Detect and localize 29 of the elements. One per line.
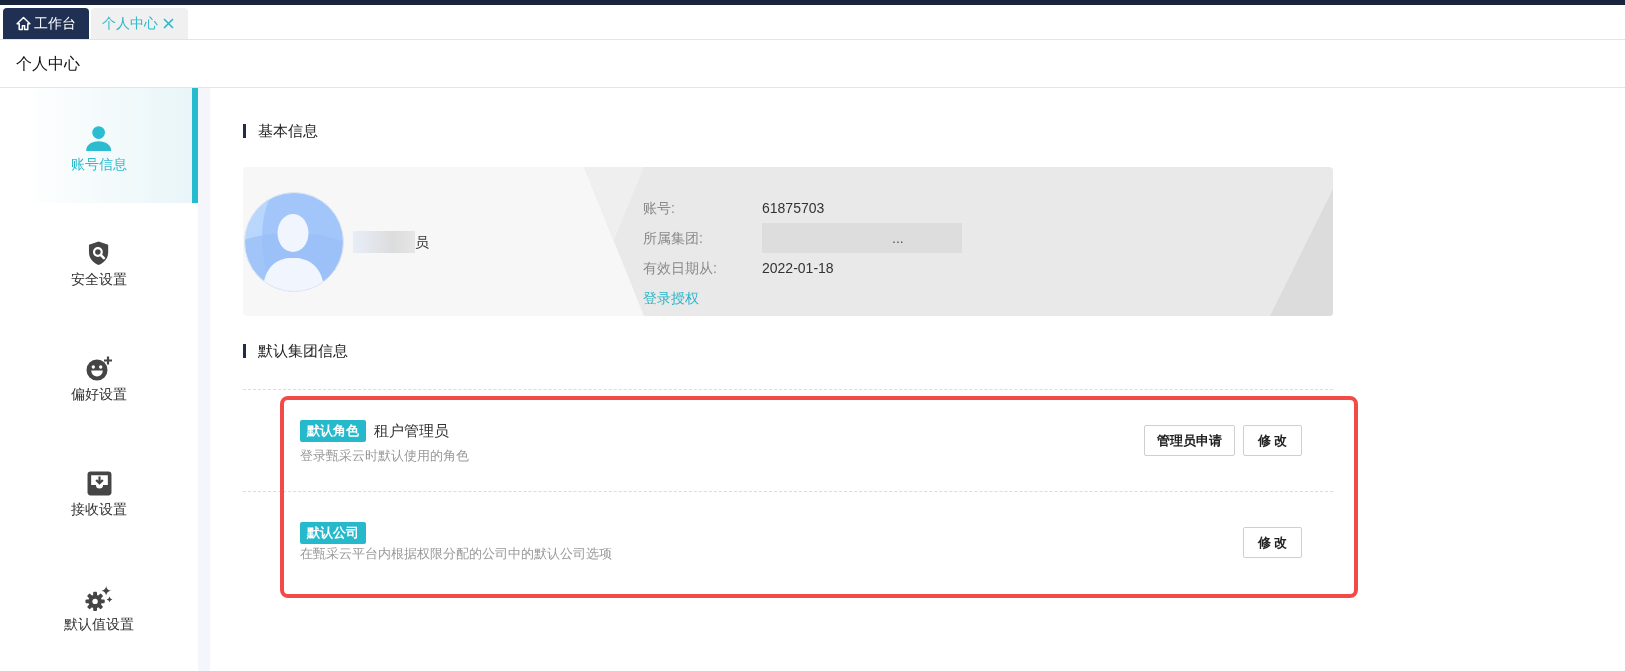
page-title: 个人中心 [16, 53, 80, 74]
field-value: 2022-01-18 [762, 258, 834, 278]
shield-magnifier-icon [88, 241, 110, 266]
user-name: 员 [353, 230, 429, 253]
home-icon [16, 16, 31, 31]
section-title: 基本信息 [243, 120, 318, 142]
action-button[interactable]: 修 改 [1243, 425, 1302, 456]
close-icon[interactable] [163, 18, 174, 29]
sidebar-item[interactable]: 安全设置 [0, 203, 198, 318]
action-button[interactable]: 修 改 [1243, 527, 1302, 558]
tab[interactable]: 工作台 [3, 8, 89, 39]
field-label: 账号: [643, 198, 675, 218]
description-text: 在甄采云平台内根据权限分配的公司中的默认公司选项 [300, 545, 612, 563]
tag: 默认公司 [300, 522, 366, 544]
field-value: 61875703 [762, 198, 825, 218]
field-label: 有效日期从: [643, 258, 717, 278]
tag: 默认角色 [300, 420, 366, 442]
entry-value: 租户管理员 [374, 421, 449, 441]
sidebar-item[interactable]: 默认值设置 [0, 548, 198, 663]
sidebar-item[interactable]: 偏好设置 [0, 318, 198, 433]
sidebar-item[interactable]: 接收设置 [0, 433, 198, 548]
field-value: ... [762, 223, 962, 253]
gear-sparkles-icon [85, 586, 113, 611]
user-icon [85, 126, 113, 151]
section-title: 默认集团信息 [243, 340, 348, 362]
action-button[interactable]: 管理员申请 [1144, 425, 1235, 456]
smiley-plus-icon [85, 356, 113, 381]
description-text: 登录甄采云时默认使用的角色 [300, 447, 469, 465]
field-label: 所属集团: [643, 228, 703, 248]
